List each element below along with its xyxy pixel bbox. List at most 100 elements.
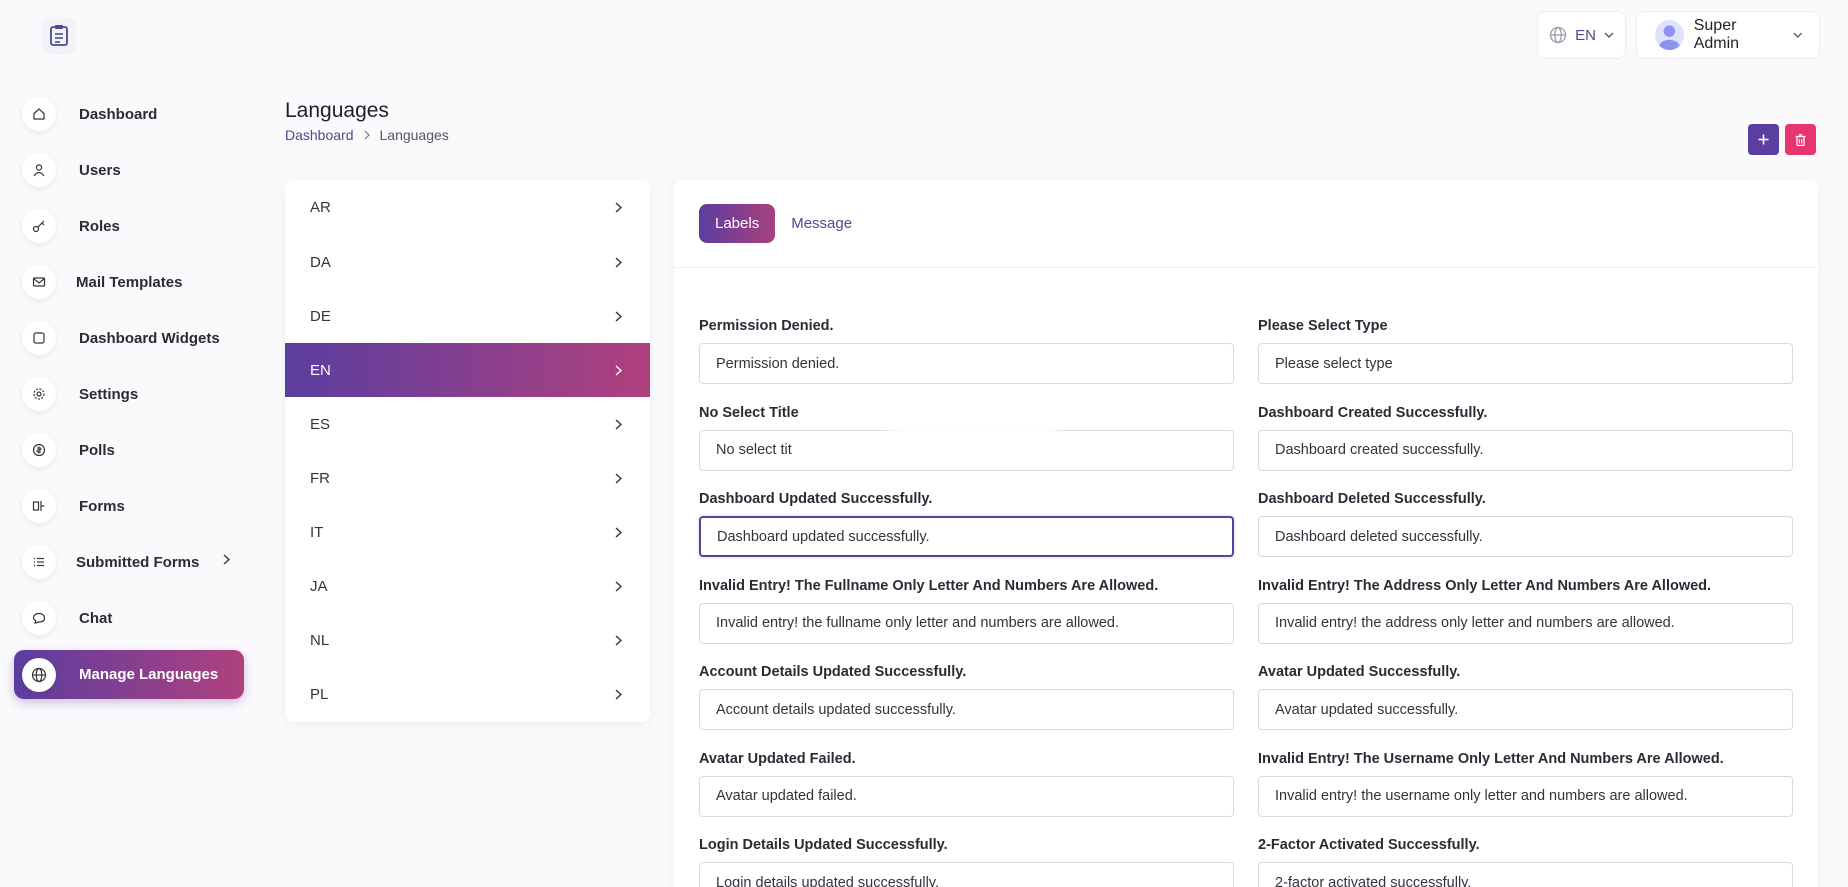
field-input[interactable] bbox=[699, 862, 1234, 887]
sidebar-item-label: Dashboard bbox=[79, 105, 158, 123]
chevron-right-icon bbox=[364, 130, 370, 140]
translation-field: Account Details Updated Successfully. bbox=[699, 663, 1234, 750]
language-item-nl[interactable]: NL bbox=[285, 613, 650, 667]
field-input[interactable] bbox=[1258, 689, 1793, 730]
sidebar-item-chat[interactable]: Chat bbox=[14, 590, 244, 646]
language-code: NL bbox=[310, 631, 330, 649]
add-language-button[interactable] bbox=[1748, 124, 1779, 155]
globe-icon bbox=[22, 657, 56, 692]
clipboard-icon bbox=[50, 25, 68, 46]
breadcrumb-home-link[interactable]: Dashboard bbox=[285, 127, 354, 143]
chevron-right-icon[interactable] bbox=[223, 554, 230, 565]
field-label: Dashboard Created Successfully. bbox=[1258, 404, 1488, 421]
chevron-right-icon bbox=[615, 364, 622, 376]
mail-icon bbox=[22, 265, 56, 299]
translation-field: Dashboard Created Successfully. bbox=[1258, 404, 1793, 491]
field-input[interactable] bbox=[699, 343, 1234, 384]
field-label: Please Select Type bbox=[1258, 318, 1388, 334]
sidebar-item-manage-languages[interactable]: Manage Languages bbox=[14, 650, 244, 699]
field-label: Permission Denied. bbox=[699, 318, 834, 334]
app-logo[interactable] bbox=[44, 18, 74, 52]
chevron-right-icon bbox=[615, 310, 622, 322]
language-code: AR bbox=[310, 199, 331, 216]
sidebar-item-label: Chat bbox=[79, 609, 113, 627]
sidebar-item-label: Manage Languages bbox=[79, 666, 219, 683]
chevron-down-icon bbox=[1604, 32, 1614, 38]
field-label: Login Details Updated Successfully. bbox=[699, 837, 948, 853]
tab-labels[interactable]: Labels bbox=[699, 204, 776, 243]
user-icon bbox=[22, 153, 56, 187]
delete-language-button[interactable] bbox=[1785, 124, 1816, 155]
translation-field: Invalid Entry! The Fullname Only Letter … bbox=[699, 577, 1234, 664]
sidebar-item-label: Forms bbox=[79, 497, 125, 515]
translation-field: Dashboard Deleted Successfully. bbox=[1258, 490, 1793, 577]
sidebar-item-label: Users bbox=[79, 161, 121, 179]
tab-message[interactable]: Message bbox=[791, 205, 868, 242]
field-input[interactable] bbox=[699, 516, 1234, 557]
globe-icon bbox=[1549, 26, 1567, 44]
field-input[interactable] bbox=[1258, 516, 1793, 557]
translation-field: Login Details Updated Successfully. bbox=[699, 836, 1234, 887]
sidebar-item-mail-templates[interactable]: Mail Templates bbox=[14, 254, 244, 310]
language-item-es[interactable]: ES bbox=[285, 397, 650, 451]
field-input[interactable] bbox=[699, 689, 1234, 730]
language-item-fr[interactable]: FR bbox=[285, 451, 650, 505]
chevron-right-icon bbox=[615, 418, 622, 430]
chevron-right-icon bbox=[615, 472, 622, 484]
language-item-de[interactable]: DE bbox=[285, 289, 650, 343]
field-label: 2-Factor Activated Successfully. bbox=[1258, 837, 1480, 853]
field-label: Account Details Updated Successfully. bbox=[699, 664, 967, 680]
language-item-pl[interactable]: PL bbox=[285, 667, 650, 721]
chevron-right-icon bbox=[615, 580, 622, 592]
field-input[interactable] bbox=[699, 775, 1234, 817]
language-code: DA bbox=[310, 253, 331, 271]
user-menu[interactable]: Super Admin bbox=[1636, 11, 1820, 59]
home-icon bbox=[22, 97, 56, 131]
field-label: Dashboard Updated Successfully. bbox=[699, 491, 933, 507]
language-item-da[interactable]: DA bbox=[285, 235, 650, 289]
language-item-ja[interactable]: JA bbox=[285, 559, 650, 613]
language-item-en[interactable]: EN bbox=[285, 343, 650, 397]
language-code: DE bbox=[310, 307, 331, 325]
gear-icon bbox=[22, 377, 56, 411]
field-input[interactable] bbox=[1258, 775, 1793, 817]
field-input[interactable] bbox=[1258, 602, 1793, 644]
poll-icon bbox=[22, 433, 56, 467]
language-item-ar[interactable]: AR bbox=[285, 180, 650, 235]
sidebar-item-label: Mail Templates bbox=[76, 273, 183, 291]
tabs: Labels Message bbox=[674, 164, 1818, 268]
translation-field: Dashboard Updated Successfully. bbox=[699, 490, 1234, 577]
chevron-down-icon bbox=[1793, 32, 1803, 38]
field-input[interactable] bbox=[1258, 862, 1793, 887]
field-label: Avatar Updated Successfully. bbox=[1258, 664, 1461, 680]
field-input[interactable] bbox=[1258, 429, 1793, 471]
sidebar-item-forms[interactable]: Forms bbox=[14, 478, 244, 534]
list-icon bbox=[22, 545, 56, 579]
translation-field: Please Select Type bbox=[1258, 317, 1793, 404]
translation-field: Avatar Updated Successfully. bbox=[1258, 663, 1793, 750]
language-switcher[interactable]: EN bbox=[1537, 11, 1626, 59]
translation-field: 2-Factor Activated Successfully. bbox=[1258, 836, 1793, 887]
square-icon bbox=[22, 321, 56, 355]
forms-icon bbox=[22, 489, 56, 523]
field-input[interactable] bbox=[1258, 343, 1793, 384]
sidebar-item-submitted-forms[interactable]: Submitted Forms bbox=[14, 534, 244, 590]
sidebar-item-users[interactable]: Users bbox=[14, 142, 244, 198]
field-label: Invalid Entry! The Fullname Only Letter … bbox=[699, 577, 1159, 594]
key-icon bbox=[22, 209, 56, 243]
sidebar-item-settings[interactable]: Settings bbox=[14, 366, 244, 422]
sidebar-item-dashboard-widgets[interactable]: Dashboard Widgets bbox=[14, 310, 244, 366]
language-item-it[interactable]: IT bbox=[285, 505, 650, 559]
language-code: PL bbox=[310, 685, 329, 703]
translation-field: Invalid Entry! The Username Only Letter … bbox=[1258, 750, 1793, 837]
language-code: JA bbox=[310, 577, 328, 595]
sidebar-item-polls[interactable]: Polls bbox=[14, 422, 244, 478]
translation-field: Permission Denied. bbox=[699, 317, 1234, 404]
sidebar-item-dashboard[interactable]: Dashboard bbox=[14, 86, 244, 142]
language-code: FR bbox=[310, 469, 330, 487]
field-label: Avatar Updated Failed. bbox=[699, 750, 856, 767]
chat-icon bbox=[22, 601, 56, 635]
field-input[interactable] bbox=[699, 602, 1234, 644]
field-label: Dashboard Deleted Successfully. bbox=[1258, 491, 1486, 507]
sidebar-item-roles[interactable]: Roles bbox=[14, 198, 244, 254]
